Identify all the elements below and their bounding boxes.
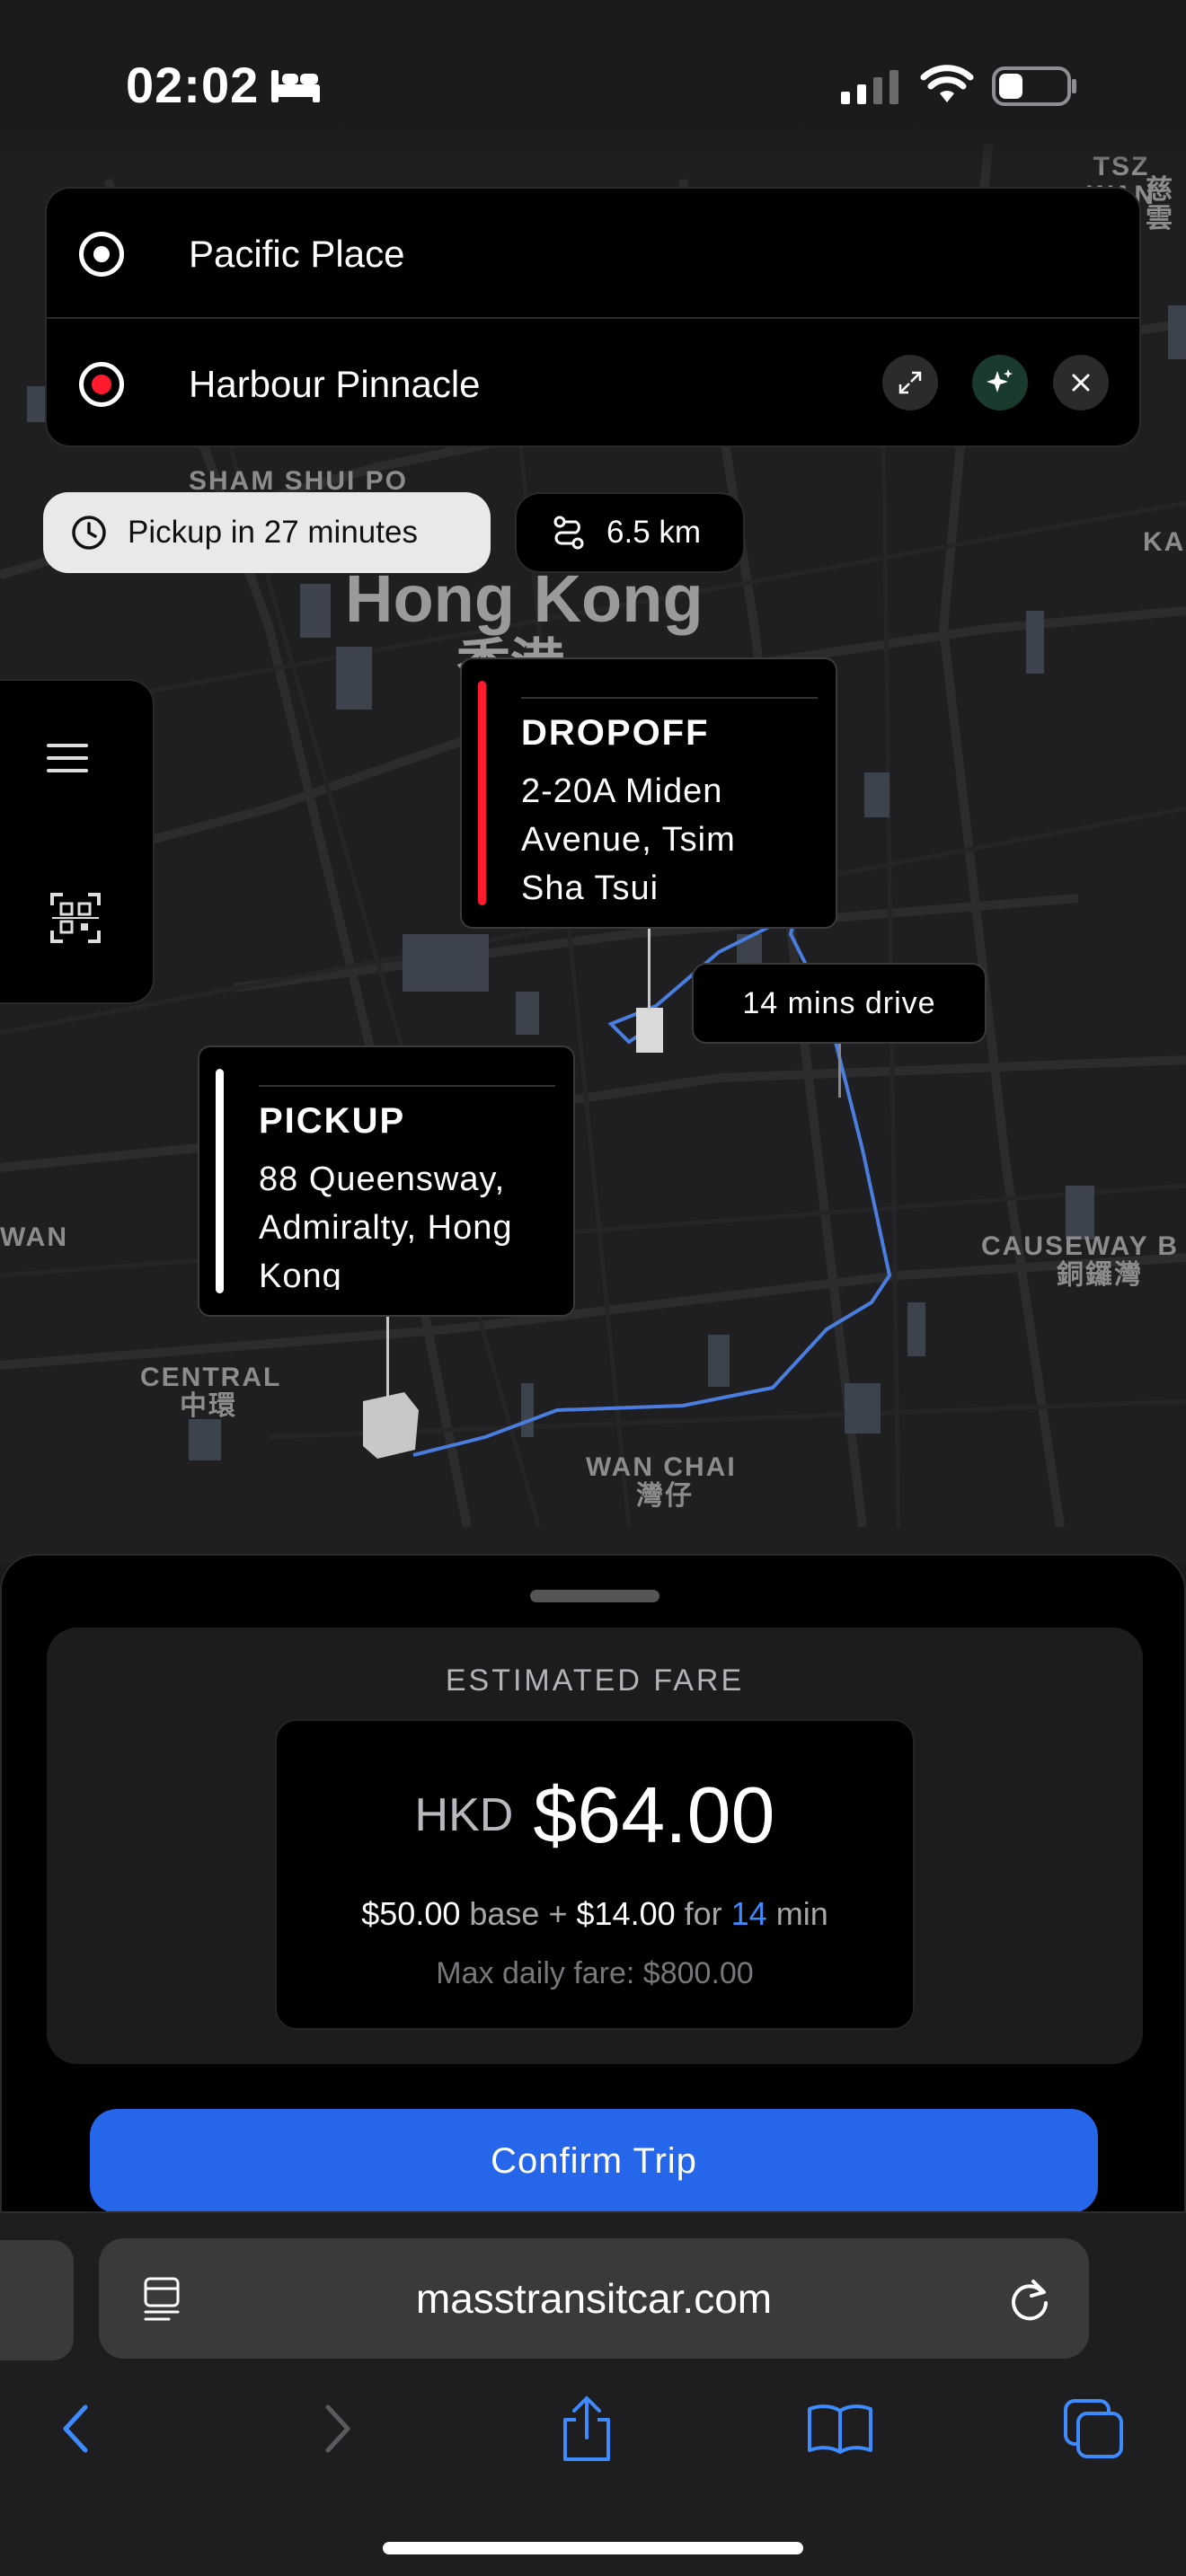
- dropoff-callout[interactable]: DROPOFF 2-20A Miden Avenue, Tsim Sha Tsu…: [460, 657, 837, 929]
- bed-icon: [271, 70, 320, 102]
- tabs-icon: [1064, 2399, 1123, 2458]
- fare-detail-box: HKD $64.00 $50.00 base + $14.00 for 14 mi…: [275, 1719, 915, 2030]
- drive-stem: [838, 1044, 841, 1098]
- clear-destination-button[interactable]: [1053, 355, 1109, 410]
- distance-text: 6.5 km: [606, 515, 702, 550]
- fare-currency: HKD: [414, 1789, 514, 1841]
- confirm-trip-button[interactable]: Confirm Trip: [90, 2109, 1098, 2213]
- map-label-ka: KA: [1143, 527, 1186, 557]
- share-icon: [563, 2396, 610, 2461]
- dropoff-divider: [521, 697, 818, 699]
- chevron-left-icon: [63, 2404, 88, 2453]
- fare-minutes: 14: [730, 1895, 767, 1932]
- map-label-sham-shui-po: SHAM SHUI PO: [189, 466, 409, 496]
- fare-max-daily: Max daily fare: $800.00: [436, 1956, 754, 1990]
- fare-time-cost: $14.00: [576, 1895, 676, 1932]
- side-menu: [0, 679, 155, 1004]
- reload-icon[interactable]: [1006, 2276, 1053, 2323]
- fare-base-amount: $50.00: [361, 1895, 461, 1932]
- pickup-address: 88 Queensway, Admiralty, Hong Kong: [259, 1160, 513, 1290]
- fare-card: ESTIMATED FARE HKD $64.00 $50.00 base + $…: [47, 1628, 1143, 2064]
- dropoff-title: DROPOFF: [521, 713, 710, 753]
- drive-time-label: 14 mins drive: [692, 963, 987, 1044]
- fare-base-text: base +: [469, 1895, 568, 1932]
- map-label-hong-kong: Hong Kong: [345, 561, 704, 636]
- map-label-central: CENTRAL: [140, 1363, 282, 1392]
- pickup-accent-bar: [216, 1069, 224, 1293]
- origin-name: Pacific Place: [189, 232, 405, 275]
- address-bar[interactable]: masstransitcar.com: [99, 2238, 1089, 2359]
- fare-label: ESTIMATED FARE: [445, 1663, 745, 1698]
- browser-toolbar: masstransitcar.com: [0, 2211, 1186, 2576]
- map-label-tsz-wan-cn: 慈雲: [1146, 175, 1174, 234]
- tabs-button[interactable]: [1053, 2393, 1134, 2465]
- fare-for-text: for: [684, 1895, 722, 1932]
- pickup-title: PICKUP: [259, 1101, 406, 1141]
- destination-name: Harbour Pinnacle: [189, 362, 481, 405]
- clock-icon: [72, 516, 106, 550]
- distance-chip[interactable]: 6.5 km: [515, 492, 745, 573]
- trip-sheet: ESTIMATED FARE HKD $64.00 $50.00 base + $…: [0, 1554, 1186, 2219]
- destination-dot-icon: [79, 361, 124, 407]
- dropoff-stem: [648, 929, 651, 1010]
- pickup-time-text: Pickup in 27 minutes: [128, 515, 418, 550]
- scan-button[interactable]: [50, 893, 101, 948]
- status-time: 02:02: [126, 57, 260, 113]
- fare-breakdown: $50.00 base + $14.00 for 14 min: [277, 1895, 913, 1933]
- menu-button[interactable]: [45, 740, 90, 781]
- route-card: Pacific Place Harbour Pinnacle: [45, 187, 1141, 447]
- qr-scan-icon: [50, 893, 101, 943]
- previous-tab-preview[interactable]: [0, 2240, 74, 2360]
- pickup-time-chip[interactable]: Pickup in 27 minutes: [43, 492, 491, 573]
- pickup-callout[interactable]: PICKUP 88 Queensway, Admiralty, Hong Kon…: [198, 1045, 575, 1317]
- bookmarks-button[interactable]: [800, 2393, 881, 2465]
- share-button[interactable]: [546, 2393, 627, 2465]
- url-text: masstransitcar.com: [415, 2275, 773, 2322]
- battery-icon: [992, 66, 1076, 106]
- pickup-stem: [386, 1317, 389, 1398]
- close-icon: [1072, 374, 1090, 392]
- destination-row[interactable]: Harbour Pinnacle: [47, 319, 1139, 449]
- fare-min-text: min: [775, 1895, 828, 1932]
- map-label-central-cn: 中環: [180, 1391, 237, 1421]
- home-indicator: [383, 2542, 803, 2554]
- expand-button[interactable]: [882, 355, 938, 410]
- sheet-handle[interactable]: [530, 1590, 659, 1602]
- cellular-signal-icon: [841, 70, 898, 104]
- status-bar: 02:02: [0, 0, 1186, 171]
- map-label-wan-chai-cn: 灣仔: [636, 1481, 694, 1511]
- expand-icon: [898, 371, 922, 394]
- map-label-causeway-bay-cn: 銅鑼灣: [1057, 1260, 1143, 1290]
- chevron-right-icon: [325, 2404, 350, 2453]
- back-button[interactable]: [36, 2393, 117, 2465]
- dropoff-address: 2-20A Miden Avenue, Tsim Sha Tsui: [521, 772, 736, 907]
- forward-button[interactable]: [296, 2393, 377, 2465]
- fare-amount-row: HKD $64.00: [277, 1769, 913, 1861]
- origin-row[interactable]: Pacific Place: [47, 189, 1139, 319]
- wifi-icon: [920, 65, 974, 102]
- book-icon: [808, 2404, 872, 2454]
- pickup-divider: [259, 1085, 555, 1087]
- route-icon: [553, 516, 584, 550]
- fare-amount: $64.00: [533, 1770, 775, 1859]
- map-label-wan: WAN: [0, 1222, 68, 1252]
- dropoff-accent-bar: [478, 681, 486, 905]
- ai-sparkle-button[interactable]: [972, 355, 1028, 410]
- map-label-wan-chai: WAN CHAI: [586, 1452, 737, 1482]
- map-label-causeway-bay: CAUSEWAY B: [981, 1231, 1180, 1261]
- hamburger-menu-icon: [47, 744, 88, 772]
- origin-dot-icon: [79, 231, 124, 277]
- sparkle-icon: [987, 369, 1013, 393]
